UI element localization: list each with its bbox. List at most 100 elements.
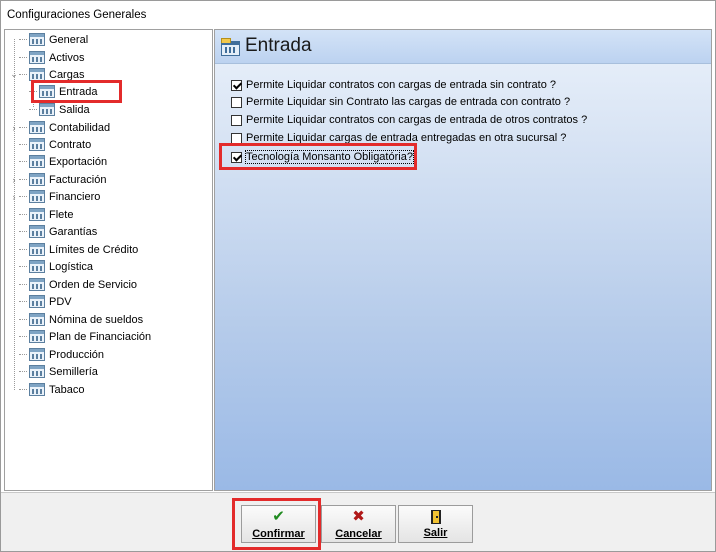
chevron-right-icon[interactable]: › — [9, 192, 19, 202]
option-liquidar-sin-contrato[interactable]: Permite Liquidar contratos con cargas de… — [231, 77, 556, 93]
table-icon — [29, 365, 45, 378]
tree-item-label: Producción — [49, 348, 105, 361]
tree-item-general[interactable]: General — [9, 31, 88, 48]
cancel-button[interactable]: ✖ Cancelar — [321, 505, 396, 543]
table-icon — [29, 225, 45, 238]
table-icon — [29, 33, 45, 46]
table-icon — [29, 348, 45, 361]
table-icon — [29, 313, 45, 326]
panel-title: Entrada — [245, 35, 312, 56]
tree-item-label: Cargas — [49, 68, 85, 81]
tree-item-label: Activos — [49, 51, 85, 64]
option-label: Permite Liquidar contratos con cargas de… — [246, 79, 557, 91]
table-icon — [29, 173, 45, 186]
tree-item-plan-de-financiacion[interactable]: Plan de Financiación — [9, 328, 151, 345]
tree-item-produccion[interactable]: Producción — [9, 346, 104, 363]
tree-item-semilleria[interactable]: Semillería — [9, 363, 98, 380]
tree-item-label: Contabilidad — [49, 121, 111, 134]
x-icon: ✖ — [352, 508, 365, 525]
tree-item-label: Nómina de sueldos — [49, 313, 144, 326]
config-window: Configuraciones Generales General Activo… — [0, 0, 716, 552]
tree-item-label: Contrato — [49, 138, 92, 151]
tree-item-label: Plan de Financiación — [49, 330, 152, 343]
option-liquidar-otros-contratos[interactable]: Permite Liquidar contratos con cargas de… — [231, 112, 587, 128]
table-icon — [29, 383, 45, 396]
table-icon — [29, 330, 45, 343]
tree-item-contrato[interactable]: Contrato — [9, 136, 91, 153]
button-bar: ✔ Confirmar ✖ Cancelar Salir — [1, 492, 715, 551]
highlight-box — [31, 80, 122, 103]
tree-item-logistica[interactable]: Logística — [9, 258, 93, 275]
tree-item-label: Semillería — [49, 365, 98, 378]
tree-item-financiero[interactable]: › Financiero — [9, 188, 100, 205]
panel-header: Entrada — [215, 30, 711, 64]
table-icon — [39, 103, 55, 116]
checkbox-unchecked[interactable] — [231, 96, 242, 108]
tree-item-limites-de-credito[interactable]: Límites de Crédito — [9, 241, 138, 258]
tree-item-label: Garantías — [49, 225, 98, 238]
tree-item-exportacion[interactable]: Exportación — [9, 153, 107, 170]
checkbox-unchecked[interactable] — [231, 114, 242, 126]
tree-item-label: Orden de Servicio — [49, 278, 138, 291]
settings-tree[interactable]: General Activos ⌄ Cargas Entrada Salida … — [4, 29, 213, 491]
tree-item-label: Salida — [59, 103, 90, 116]
chevron-right-icon[interactable]: › — [9, 123, 19, 133]
tree-expander — [9, 227, 19, 237]
chevron-right-icon[interactable]: › — [9, 175, 19, 185]
tree-item-label: PDV — [49, 295, 72, 308]
title-bar: Configuraciones Generales — [1, 1, 715, 29]
tree-expander — [9, 315, 19, 325]
tree-item-contabilidad[interactable]: › Contabilidad — [9, 119, 110, 136]
tree-item-label: Tabaco — [49, 383, 85, 396]
option-label: Permite Liquidar contratos con cargas de… — [246, 114, 588, 126]
tree-item-pdv[interactable]: PDV — [9, 293, 72, 310]
table-icon — [29, 190, 45, 203]
window-title: Configuraciones Generales — [7, 9, 147, 21]
tree-expander — [9, 157, 19, 167]
highlight-box — [219, 143, 417, 170]
tree-item-label: Exportación — [49, 155, 108, 168]
chevron-down-icon[interactable]: ⌄ — [9, 69, 19, 80]
tree-expander — [9, 53, 19, 63]
table-icon — [29, 208, 45, 221]
tree-item-label: Flete — [49, 208, 74, 221]
tree-item-tabaco[interactable]: Tabaco — [9, 381, 84, 398]
tree-expander — [9, 350, 19, 360]
tree-expander — [9, 35, 19, 45]
tree-item-label: General — [49, 33, 89, 46]
tree-item-orden-de-servicio[interactable]: Orden de Servicio — [9, 276, 137, 293]
settings-panel: Entrada Permite Liquidar contratos con c… — [214, 29, 712, 491]
table-icon — [29, 243, 45, 256]
tree-item-garantias[interactable]: Garantías — [9, 223, 97, 240]
checkbox-checked[interactable] — [231, 79, 242, 91]
tree-expander — [9, 385, 19, 395]
table-icon — [29, 260, 45, 273]
table-icon — [29, 295, 45, 308]
tree-expander — [9, 367, 19, 377]
tree-item-salida[interactable]: Salida — [29, 101, 90, 118]
table-icon — [29, 121, 45, 134]
exit-button[interactable]: Salir — [398, 505, 473, 543]
option-label: Permite Liquidar sin Contrato las cargas… — [246, 96, 571, 108]
table-icon — [29, 51, 45, 64]
button-label: Cancelar — [335, 528, 382, 540]
tree-expander — [9, 332, 19, 342]
checkbox-unchecked[interactable] — [231, 132, 242, 144]
option-liquidar-con-contrato[interactable]: Permite Liquidar sin Contrato las cargas… — [231, 94, 570, 110]
tree-expander — [9, 245, 19, 255]
tree-item-flete[interactable]: Flete — [9, 206, 73, 223]
tree-item-nomina-de-sueldos[interactable]: Nómina de sueldos — [9, 311, 143, 328]
tree-expander — [9, 297, 19, 307]
table-icon — [29, 155, 45, 168]
tree-expander — [9, 210, 19, 220]
highlight-box — [232, 498, 321, 550]
tree-item-facturacion[interactable]: › Facturación — [9, 171, 106, 188]
tree-expander — [9, 140, 19, 150]
tree-item-activos[interactable]: Activos — [9, 49, 84, 66]
table-icon — [29, 138, 45, 151]
tree-item-label: Financiero — [49, 190, 101, 203]
tree-item-label: Facturación — [49, 173, 107, 186]
table-icon — [29, 278, 45, 291]
door-exit-icon — [430, 510, 441, 524]
button-label: Salir — [423, 527, 448, 539]
